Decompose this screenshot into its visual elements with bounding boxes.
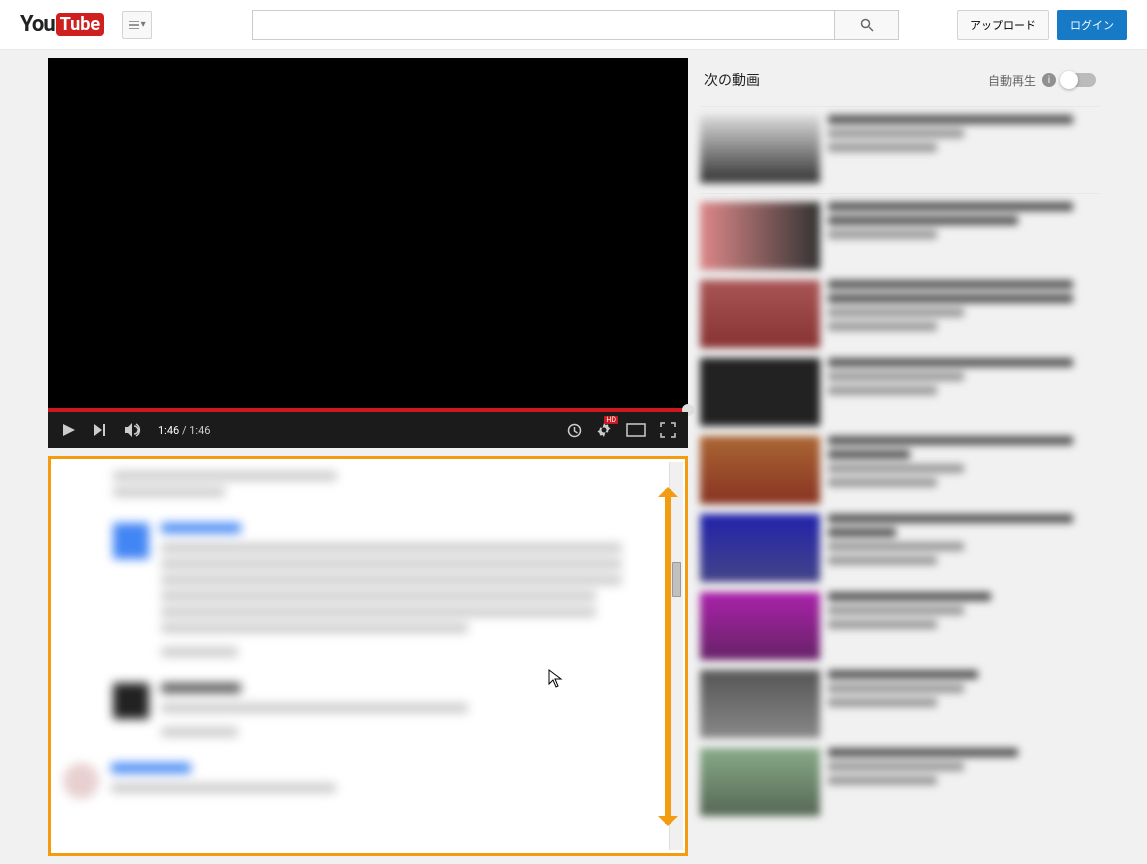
- video-thumbnail: [700, 202, 820, 270]
- info-icon[interactable]: i: [1042, 73, 1056, 87]
- avatar: [113, 523, 149, 559]
- avatar: [63, 763, 99, 799]
- search-icon: [860, 18, 874, 32]
- recommendation-item[interactable]: [700, 436, 1100, 504]
- time-display: 1:46 / 1:46: [158, 424, 210, 437]
- recommendation-item[interactable]: [700, 748, 1100, 816]
- fullscreen-button[interactable]: [660, 422, 676, 438]
- autoplay-control: 自動再生 i: [988, 72, 1096, 89]
- header-actions: アップロード ログイン: [957, 10, 1127, 40]
- video-thumbnail: [700, 748, 820, 816]
- youtube-logo[interactable]: You Tube: [20, 12, 104, 37]
- site-header: You Tube ▾ アップロード ログイン: [0, 0, 1147, 50]
- logo-text-you: You: [20, 12, 55, 37]
- video-thumbnail: [700, 358, 820, 426]
- search-input[interactable]: [252, 10, 834, 40]
- recommendation-item[interactable]: [700, 202, 1100, 270]
- comments-section-highlighted: [48, 456, 688, 856]
- video-thumbnail: [700, 280, 820, 348]
- recommendation-item[interactable]: [700, 280, 1100, 348]
- search-form: [252, 10, 899, 40]
- recommendation-item[interactable]: [700, 670, 1100, 738]
- settings-button[interactable]: HD: [596, 422, 612, 438]
- up-next-header: 次の動画 自動再生 i: [700, 58, 1100, 107]
- up-next-label: 次の動画: [704, 70, 760, 90]
- guide-menu-button[interactable]: ▾: [122, 11, 152, 39]
- recommendation-item[interactable]: [700, 358, 1100, 426]
- next-icon: [92, 422, 108, 438]
- recommendation-item[interactable]: [700, 592, 1100, 660]
- theater-mode-button[interactable]: [626, 423, 646, 437]
- recommendation-item[interactable]: [700, 115, 1100, 183]
- video-thumbnail: [700, 592, 820, 660]
- volume-button[interactable]: [124, 422, 142, 438]
- clock-icon: [567, 423, 582, 438]
- video-player[interactable]: 1:46 / 1:46 HD: [48, 58, 688, 448]
- login-button[interactable]: ログイン: [1057, 10, 1127, 40]
- autoplay-label: 自動再生: [988, 72, 1036, 89]
- next-button[interactable]: [92, 422, 108, 438]
- page-content: 1:46 / 1:46 HD: [0, 50, 1147, 864]
- video-thumbnail: [700, 436, 820, 504]
- sidebar-column: 次の動画 自動再生 i: [700, 58, 1100, 856]
- controls-right: HD: [567, 422, 676, 438]
- main-column: 1:46 / 1:46 HD: [48, 58, 688, 856]
- hd-badge: HD: [604, 416, 618, 424]
- avatar: [113, 683, 149, 719]
- recommendation-item[interactable]: [700, 514, 1100, 582]
- hamburger-icon: [129, 21, 139, 29]
- video-thumbnail: [700, 115, 820, 183]
- toggle-knob: [1060, 71, 1078, 89]
- theater-icon: [626, 423, 646, 437]
- search-button[interactable]: [834, 10, 899, 40]
- video-thumbnail: [700, 670, 820, 738]
- player-controls: 1:46 / 1:46 HD: [48, 412, 688, 448]
- volume-icon: [124, 422, 142, 438]
- video-thumbnail: [700, 514, 820, 582]
- watch-later-button[interactable]: [567, 423, 582, 438]
- gear-icon: [596, 422, 612, 438]
- logo-text-tube: Tube: [56, 13, 104, 36]
- autoplay-toggle[interactable]: [1062, 73, 1096, 87]
- comments-blurred-content: [51, 459, 685, 853]
- play-icon: [60, 422, 76, 438]
- current-time: 1:46: [158, 424, 179, 437]
- upload-button[interactable]: アップロード: [957, 10, 1049, 40]
- play-button[interactable]: [60, 422, 76, 438]
- total-time: 1:46: [189, 424, 210, 437]
- fullscreen-icon: [660, 422, 676, 438]
